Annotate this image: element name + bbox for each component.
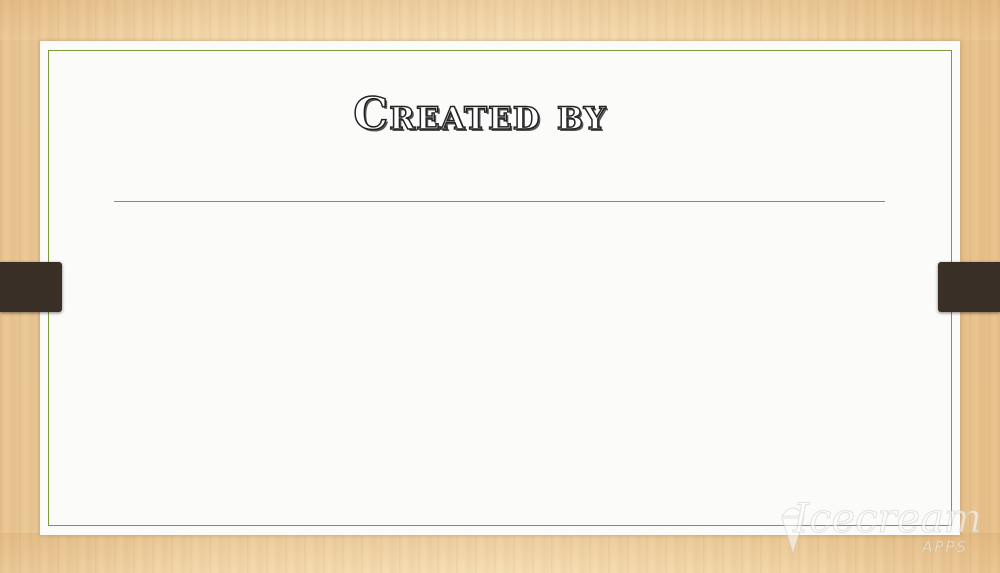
slide-title: Created by xyxy=(353,88,607,141)
watermark-brand: Icecream xyxy=(793,496,983,543)
title-divider xyxy=(114,201,885,202)
watermark: Icecream APPS xyxy=(772,496,992,566)
right-binder-tab xyxy=(938,262,1000,312)
wood-grain-top xyxy=(0,0,1000,40)
slide-paper: Created by xyxy=(40,41,960,535)
left-binder-tab xyxy=(0,262,62,312)
watermark-sub: APPS xyxy=(922,538,968,557)
